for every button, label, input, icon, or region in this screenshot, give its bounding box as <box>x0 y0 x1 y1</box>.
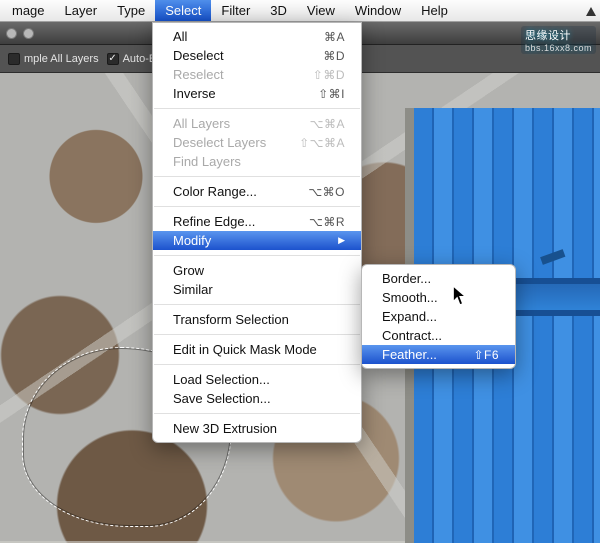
menu-item-shortcut: ⇧⌘D <box>313 68 345 82</box>
modify-menu-item-contract[interactable]: Contract... <box>362 326 515 345</box>
menu-item-label: Modify <box>173 233 211 248</box>
select-menu-item-deselect[interactable]: Deselect ⌘D <box>153 46 361 65</box>
traffic-close-icon[interactable] <box>6 28 17 39</box>
menubar-item-3d[interactable]: 3D <box>260 0 297 21</box>
menu-item-shortcut: ⇧⌥⌘A <box>299 136 345 150</box>
menu-item-label: Find Layers <box>173 154 241 169</box>
menu-item-shortcut: ⌘D <box>323 49 345 63</box>
menu-item-label: All Layers <box>173 116 230 131</box>
select-menu: All ⌘A Deselect ⌘D Reselect ⇧⌘D Inverse ⇧⌘I All … <box>152 22 362 443</box>
menubar-item-select[interactable]: Select <box>155 0 211 21</box>
menu-item-label: Save Selection... <box>173 391 271 406</box>
menu-item-shortcut: ⌥⌘R <box>309 215 345 229</box>
menu-item-label: Refine Edge... <box>173 214 255 229</box>
select-menu-item-color-range[interactable]: Color Range... ⌥⌘O <box>153 182 361 201</box>
menubar-item-view[interactable]: View <box>297 0 345 21</box>
menu-item-label: Edit in Quick Mask Mode <box>173 342 317 357</box>
menubar-item-type[interactable]: Type <box>107 0 155 21</box>
modify-menu-item-border[interactable]: Border... <box>362 269 515 288</box>
menubar-item-filter[interactable]: Filter <box>211 0 260 21</box>
select-menu-separator <box>154 334 360 335</box>
mac-menubar: mage Layer Type Select Filter 3D View Wi… <box>0 0 600 22</box>
select-menu-separator <box>154 176 360 177</box>
select-menu-separator <box>154 255 360 256</box>
watermark-line2: bbs.16xx8.com <box>525 43 592 53</box>
menu-item-label: Grow <box>173 263 204 278</box>
menu-item-label: New 3D Extrusion <box>173 421 277 436</box>
watermark: 思缘设计 bbs.16xx8.com <box>521 26 596 54</box>
watermark-line1: 思缘设计 <box>525 30 571 42</box>
traffic-min-icon[interactable] <box>23 28 34 39</box>
select-menu-item-new-3d-extrusion[interactable]: New 3D Extrusion <box>153 419 361 438</box>
menu-item-label: Color Range... <box>173 184 257 199</box>
modify-menu-item-expand[interactable]: Expand... <box>362 307 515 326</box>
menu-item-label: Inverse <box>173 86 216 101</box>
select-menu-item-modify[interactable]: Modify <box>153 231 361 250</box>
menu-item-label: Reselect <box>173 67 224 82</box>
select-menu-item-save-selection[interactable]: Save Selection... <box>153 389 361 408</box>
select-menu-separator <box>154 206 360 207</box>
menubar-status-area <box>582 0 596 22</box>
google-drive-icon <box>586 7 596 16</box>
menu-item-shortcut: ⌥⌘A <box>310 117 345 131</box>
menu-item-label: Expand... <box>382 309 437 324</box>
menu-item-label: Contract... <box>382 328 442 343</box>
modify-menu-item-smooth[interactable]: Smooth... <box>362 288 515 307</box>
menu-item-label: All <box>173 29 187 44</box>
menu-item-shortcut: ⇧F6 <box>473 348 499 362</box>
menu-item-label: Border... <box>382 271 431 286</box>
select-menu-item-all-layers: All Layers ⌥⌘A <box>153 114 361 133</box>
menu-item-label: Similar <box>173 282 213 297</box>
select-menu-item-similar[interactable]: Similar <box>153 280 361 299</box>
select-menu-item-inverse[interactable]: Inverse ⇧⌘I <box>153 84 361 103</box>
select-menu-separator <box>154 364 360 365</box>
select-menu-item-edit-in-quick-mask-mode[interactable]: Edit in Quick Mask Mode <box>153 340 361 359</box>
menu-item-label: Feather... <box>382 347 437 362</box>
checkbox-icon[interactable]: ✓ <box>107 53 119 65</box>
select-menu-item-load-selection[interactable]: Load Selection... <box>153 370 361 389</box>
select-menu-item-all[interactable]: All ⌘A <box>153 27 361 46</box>
select-menu-item-grow[interactable]: Grow <box>153 261 361 280</box>
menu-item-shortcut: ⇧⌘I <box>318 87 345 101</box>
menubar-item-image[interactable]: mage <box>2 0 55 21</box>
select-menu-item-deselect-layers: Deselect Layers ⇧⌥⌘A <box>153 133 361 152</box>
menu-item-label: Load Selection... <box>173 372 270 387</box>
menubar-item-window[interactable]: Window <box>345 0 411 21</box>
menu-item-label: Deselect <box>173 48 224 63</box>
modify-submenu: Border... Smooth... Expand... Contract... Fe… <box>361 264 516 369</box>
menu-item-label: Deselect Layers <box>173 135 266 150</box>
select-menu-item-reselect: Reselect ⇧⌘D <box>153 65 361 84</box>
modify-menu-item-feather[interactable]: Feather... ⇧F6 <box>362 345 515 364</box>
menubar-item-layer[interactable]: Layer <box>55 0 108 21</box>
option-label: mple All Layers <box>24 53 99 65</box>
option-sample-all-layers[interactable]: mple All Layers <box>8 53 99 65</box>
select-menu-separator <box>154 304 360 305</box>
select-menu-item-transform-selection[interactable]: Transform Selection <box>153 310 361 329</box>
menu-item-shortcut: ⌘A <box>324 30 345 44</box>
menubar-item-help[interactable]: Help <box>411 0 458 21</box>
menu-item-label: Smooth... <box>382 290 438 305</box>
select-menu-item-find-layers: Find Layers <box>153 152 361 171</box>
checkbox-icon[interactable] <box>8 53 20 65</box>
menu-item-label: Transform Selection <box>173 312 289 327</box>
select-menu-separator <box>154 108 360 109</box>
select-menu-item-refine-edge[interactable]: Refine Edge... ⌥⌘R <box>153 212 361 231</box>
menu-item-shortcut: ⌥⌘O <box>308 185 345 199</box>
select-menu-separator <box>154 413 360 414</box>
